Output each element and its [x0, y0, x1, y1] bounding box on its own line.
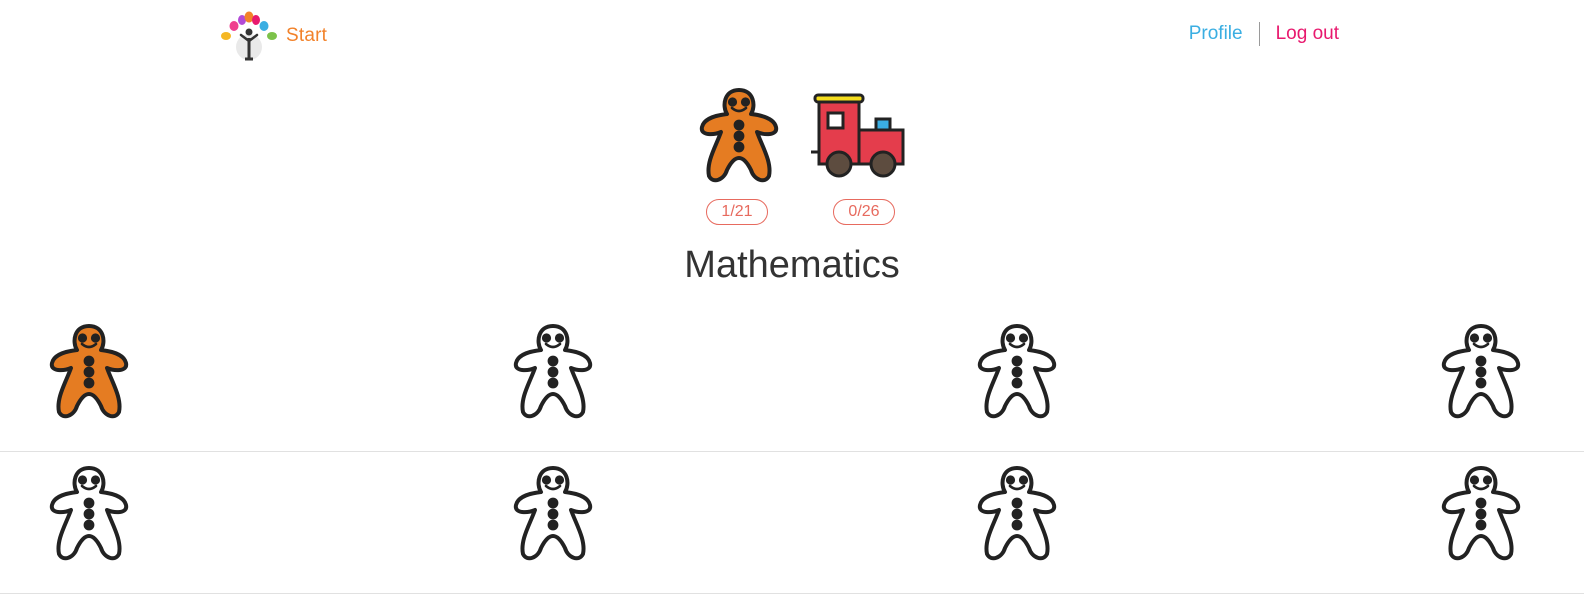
user-nav: Profile Log out [1189, 22, 1339, 46]
exercise-tile[interactable] [508, 316, 598, 426]
train-icon [811, 93, 905, 178]
exercise-row [0, 310, 1584, 452]
gingerbread-man-icon [699, 88, 779, 183]
exercise-tile[interactable] [44, 458, 134, 568]
gingerbread-man-icon [49, 466, 129, 561]
logout-link[interactable]: Log out [1276, 23, 1339, 45]
gingerbread-man-icon [1441, 324, 1521, 419]
exercise-tile[interactable] [1436, 458, 1526, 568]
exercise-tile-completed[interactable] [44, 316, 134, 426]
tree-logo-icon [221, 11, 277, 61]
exercise-grid [0, 310, 1584, 594]
gingerbread-man-icon [977, 466, 1057, 561]
gingerbread-man-icon [49, 324, 129, 419]
exercise-tile[interactable] [508, 458, 598, 568]
exercise-tile[interactable] [972, 458, 1062, 568]
gingerbread-man-icon [977, 324, 1057, 419]
badge-progress-pill: 1/21 [706, 199, 768, 225]
brand-home-link[interactable]: Start [218, 11, 327, 61]
exercise-tile[interactable] [972, 316, 1062, 426]
gingerbread-man-icon [1441, 466, 1521, 561]
gingerbread-man-icon [513, 466, 593, 561]
badge-train[interactable]: 0/26 [811, 80, 921, 230]
reward-badges: 1/21 0/26 [0, 80, 1584, 230]
brand-label: Start [286, 25, 328, 46]
nav-divider [1258, 22, 1260, 46]
badge-progress-pill: 0/26 [833, 199, 895, 225]
gingerbread-man-icon [513, 324, 593, 419]
top-navbar: Start Profile Log out [0, 0, 1584, 70]
page-title: Mathematics [684, 244, 900, 286]
profile-link[interactable]: Profile [1189, 23, 1243, 45]
exercise-row [0, 452, 1584, 594]
exercise-tile[interactable] [1436, 316, 1526, 426]
badge-gingerbread[interactable]: 1/21 [684, 80, 794, 230]
